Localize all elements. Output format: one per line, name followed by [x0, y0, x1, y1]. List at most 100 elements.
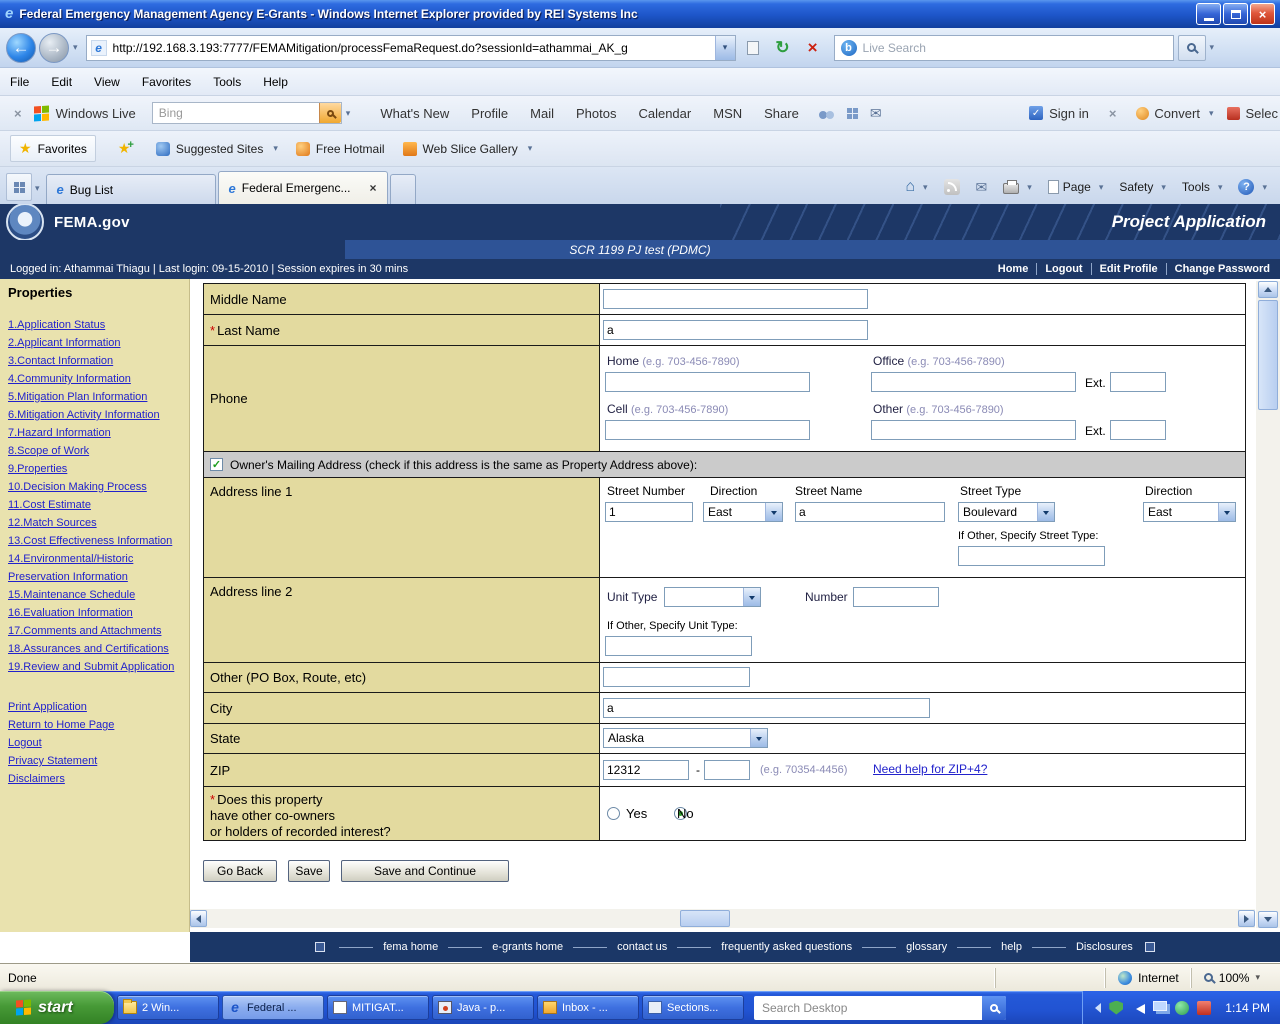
menu-favorites[interactable]: Favorites	[142, 75, 191, 89]
scroll-left-button[interactable]	[190, 910, 207, 927]
bing-search-button[interactable]	[319, 103, 341, 123]
sidebar-link-disclaimers[interactable]: Disclaimers	[8, 770, 181, 788]
taskbar-sections-button[interactable]: Sections...	[642, 995, 744, 1020]
sidebar-link-applicant-information[interactable]: 2.Applicant Information	[8, 334, 181, 352]
sidebar-link-return-home[interactable]: Return to Home Page	[8, 716, 181, 734]
live-mail[interactable]: Mail	[530, 106, 554, 121]
street-type-select[interactable]: Boulevard	[958, 502, 1055, 522]
save-and-continue-button[interactable]: Save and Continue	[341, 860, 509, 882]
city-input[interactable]	[603, 698, 930, 718]
scroll-down-button[interactable]	[1258, 911, 1278, 928]
search-options-dropdown[interactable]: ▾	[1206, 42, 1219, 53]
link-edit-profile[interactable]: Edit Profile	[1092, 263, 1167, 275]
phone-cell-input[interactable]	[605, 420, 810, 440]
unit-number-input[interactable]	[853, 587, 939, 607]
sidebar-link-properties[interactable]: 9.Properties	[8, 460, 181, 478]
phone-home-input[interactable]	[605, 372, 810, 392]
sidebar-link-maintenance-schedule[interactable]: 15.Maintenance Schedule	[8, 586, 181, 604]
compatibility-view-button[interactable]	[740, 35, 766, 61]
state-select[interactable]: Alaska	[603, 728, 768, 748]
start-button[interactable]: start	[0, 991, 114, 1024]
menu-view[interactable]: View	[94, 75, 120, 89]
footer-link-fema-home[interactable]: fema home	[379, 941, 442, 953]
volume-icon[interactable]	[1131, 1004, 1145, 1014]
live-profile[interactable]: Profile	[471, 106, 508, 121]
sidebar-link-environmental-historic[interactable]: 14.Environmental/Historic Preservation I…	[8, 550, 181, 586]
menu-tools[interactable]: Tools	[213, 75, 241, 89]
address-field[interactable]: e http://192.168.3.193:7777/FEMAMitigati…	[86, 35, 736, 61]
mailing-address-checkbox[interactable]: ✓	[210, 458, 223, 471]
link-logout[interactable]: Logout	[1037, 263, 1091, 275]
sidebar-link-cost-effectiveness-information[interactable]: 13.Cost Effectiveness Information	[8, 532, 181, 550]
feeds-button[interactable]	[937, 174, 967, 200]
direction-select[interactable]: East	[703, 502, 783, 522]
zip-help-link[interactable]: Need help for ZIP+4?	[873, 762, 987, 776]
footer-link-glossary[interactable]: glossary	[902, 941, 951, 953]
convert-button[interactable]: Convert ▾	[1136, 106, 1213, 121]
close-icon[interactable]: ×	[1103, 106, 1123, 121]
sidebar-link-match-sources[interactable]: 12.Match Sources	[8, 514, 181, 532]
sidebar-link-cost-estimate[interactable]: 11.Cost Estimate	[8, 496, 181, 514]
footer-link-contact-us[interactable]: contact us	[613, 941, 671, 953]
sidebar-link-community-information[interactable]: 4.Community Information	[8, 370, 181, 388]
direction-select-2[interactable]: East	[1143, 502, 1236, 522]
menu-edit[interactable]: Edit	[51, 75, 72, 89]
search-button[interactable]	[1178, 35, 1206, 61]
live-search-input[interactable]	[863, 41, 1167, 55]
link-change-password[interactable]: Change Password	[1167, 263, 1270, 275]
sidebar-link-print-application[interactable]: Print Application	[8, 698, 181, 716]
sidebar-link-logout[interactable]: Logout	[8, 734, 181, 752]
safety-menu-button[interactable]: Safety ▾	[1112, 174, 1173, 200]
phone-other-ext-input[interactable]	[1110, 420, 1166, 440]
live-photos[interactable]: Photos	[576, 106, 616, 121]
recent-pages-dropdown[interactable]: ▾	[69, 42, 82, 53]
if-other-street-type-input[interactable]	[958, 546, 1105, 566]
street-number-input[interactable]	[605, 502, 693, 522]
phone-office-ext-input[interactable]	[1110, 372, 1166, 392]
sign-in-button[interactable]: ✓ Sign in	[1029, 106, 1089, 121]
help-button[interactable]: ? ▾	[1231, 174, 1274, 200]
go-back-button[interactable]: Go Back	[203, 860, 277, 882]
phone-other-input[interactable]	[871, 420, 1076, 440]
save-button[interactable]: Save	[288, 860, 330, 882]
sidebar-link-decision-making-process[interactable]: 10.Decision Making Process	[8, 478, 181, 496]
desktop-search-input[interactable]	[762, 1001, 982, 1015]
minimize-button[interactable]	[1196, 3, 1221, 25]
tab-federal-emergency[interactable]: e Federal Emergenc... ×	[218, 171, 388, 204]
coowners-yes-radio[interactable]	[607, 807, 620, 820]
footer-link-disclosures[interactable]: Disclosures	[1072, 941, 1137, 953]
close-button[interactable]: ×	[1250, 3, 1275, 25]
favorites-button[interactable]: ★ Favorites	[10, 135, 96, 162]
sidebar-link-review-and-submit[interactable]: 19.Review and Submit Application	[8, 658, 181, 676]
vertical-scroll-thumb[interactable]	[1258, 300, 1278, 410]
taskbar-inbox-button[interactable]: Inbox - ...	[537, 995, 639, 1020]
taskbar-window-group-button[interactable]: 2 Win...	[117, 995, 219, 1020]
sidebar-link-privacy-statement[interactable]: Privacy Statement	[8, 752, 181, 770]
address-history-dropdown[interactable]: ▾	[715, 36, 735, 60]
vertical-scrollbar[interactable]	[1256, 281, 1280, 928]
middle-name-input[interactable]	[603, 289, 868, 309]
live-msn[interactable]: MSN	[713, 106, 742, 121]
forward-button[interactable]: →	[39, 33, 69, 63]
messenger-icon[interactable]	[1175, 1001, 1189, 1015]
phone-office-input[interactable]	[871, 372, 1076, 392]
taskbar-mitigation-button[interactable]: MITIGAT...	[327, 995, 429, 1020]
sidebar-link-hazard-information[interactable]: 7.Hazard Information	[8, 424, 181, 442]
sidebar-link-comments-and-attachments[interactable]: 17.Comments and Attachments	[8, 622, 181, 640]
link-home[interactable]: Home	[990, 263, 1038, 275]
security-shield-icon[interactable]	[1109, 1001, 1123, 1015]
tab-list-dropdown[interactable]: ▾	[35, 183, 40, 194]
bing-dropdown[interactable]: ▾	[346, 108, 351, 119]
if-other-unit-type-input[interactable]	[605, 636, 752, 656]
desktop-search-button[interactable]	[982, 996, 1006, 1020]
add-favorite-button[interactable]: ★ +	[114, 140, 138, 157]
suggested-sites-button[interactable]: Suggested Sites ▾	[156, 142, 278, 156]
footer-link-egrants-home[interactable]: e-grants home	[488, 941, 567, 953]
horizontal-scroll-thumb[interactable]	[680, 910, 730, 927]
footer-link-help[interactable]: help	[997, 941, 1026, 953]
menu-file[interactable]: File	[10, 75, 29, 89]
scroll-up-button[interactable]	[1258, 281, 1278, 298]
live-whats-new[interactable]: What's New	[380, 106, 449, 121]
taskbar-java-button[interactable]: Java - p...	[432, 995, 534, 1020]
street-name-input[interactable]	[795, 502, 945, 522]
